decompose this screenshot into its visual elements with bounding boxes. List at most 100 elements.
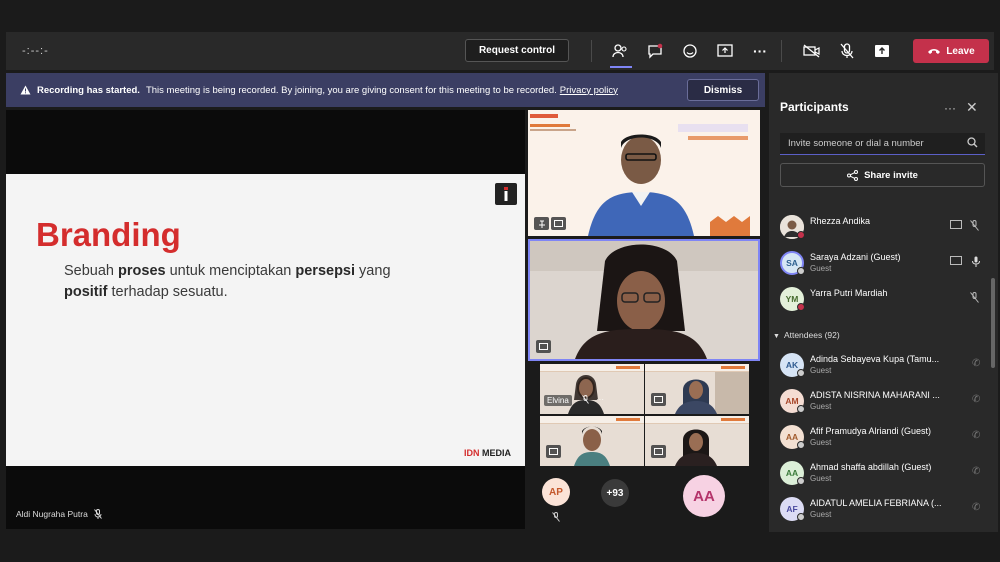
participant-role: Guest bbox=[810, 402, 832, 411]
people-icon[interactable] bbox=[610, 41, 630, 61]
slide-bold-text: persepsi bbox=[295, 263, 356, 279]
screen-share-icon bbox=[950, 256, 962, 268]
request-control-button[interactable]: Request control bbox=[465, 39, 569, 62]
participant-name: Elvina bbox=[544, 395, 572, 406]
phone-icon: ✆ bbox=[972, 466, 981, 477]
participant-role: Guest bbox=[810, 474, 832, 483]
video-frame bbox=[530, 241, 758, 359]
slide-bold-text: proses bbox=[118, 263, 166, 279]
participant-name: ADISTA NISRINA MAHARANI ... bbox=[810, 390, 940, 400]
participant-row[interactable]: AM ADISTA NISRINA MAHARANI ... Guest ✆ bbox=[780, 387, 990, 417]
participant-video-small-2[interactable] bbox=[645, 364, 749, 414]
mic-off-icon bbox=[970, 220, 979, 234]
video-frame bbox=[675, 429, 717, 466]
search-icon bbox=[967, 137, 978, 148]
camera-off-icon[interactable] bbox=[802, 41, 822, 61]
toolbar-divider bbox=[591, 40, 592, 62]
mic-off-icon bbox=[93, 509, 102, 519]
status-dot bbox=[797, 267, 805, 275]
participant-row[interactable]: Rhezza Andika bbox=[780, 213, 990, 243]
participant-row[interactable]: AK Adinda Sebayeva Kupa (Tamu... Guest ✆ bbox=[780, 351, 990, 381]
more-icon[interactable]: ··· bbox=[594, 393, 606, 406]
slide-text: yang bbox=[355, 263, 391, 279]
participant-role: Guest bbox=[810, 264, 832, 273]
meeting-toolbar: -:--:- Request control ··· Leave bbox=[6, 32, 994, 70]
status-dot bbox=[797, 513, 805, 521]
screen-share-icon[interactable] bbox=[551, 217, 566, 230]
screen-share-icon[interactable] bbox=[651, 393, 666, 406]
warning-icon bbox=[20, 85, 31, 95]
participant-row[interactable]: AF AIDATUL AMELIA FEBRIANA (... Guest ✆ bbox=[780, 495, 990, 525]
slide-text: terhadap sesuatu. bbox=[107, 284, 228, 300]
participant-video-1[interactable] bbox=[528, 110, 760, 236]
panel-scrollbar[interactable] bbox=[991, 278, 995, 368]
participant-row[interactable]: AA Ahmad shaffa abdillah (Guest) Guest ✆ bbox=[780, 459, 990, 489]
participant-video-2-active-speaker[interactable] bbox=[528, 239, 760, 361]
logo-idn: IDN bbox=[464, 448, 480, 458]
teams-meeting-window: -:--:- Request control ··· Leave Recordi… bbox=[0, 0, 1000, 562]
panel-title: Participants bbox=[780, 100, 849, 114]
privacy-policy-link[interactable]: Privacy policy bbox=[560, 85, 618, 96]
screen-share-icon bbox=[950, 220, 962, 232]
leave-button[interactable]: Leave bbox=[913, 39, 989, 63]
reactions-icon[interactable] bbox=[680, 41, 700, 61]
participant-role: Guest bbox=[810, 510, 832, 519]
pin-icon[interactable] bbox=[534, 217, 549, 230]
presenter-name: Aldi Nugraha Putra bbox=[16, 509, 88, 519]
participant-row[interactable]: SA Saraya Adzani (Guest) Guest bbox=[780, 249, 990, 279]
chevron-down-icon: ▼ bbox=[773, 333, 780, 340]
close-icon[interactable]: ✕ bbox=[966, 99, 978, 116]
participant-row[interactable]: AA Afif Pramudya Alriandi (Guest) Guest … bbox=[780, 423, 990, 453]
recording-banner: Recording has started. This meeting is b… bbox=[6, 73, 765, 107]
video-frame bbox=[568, 375, 604, 414]
more-participants-button[interactable]: +93 bbox=[601, 479, 629, 507]
slide-text: untuk menciptakan bbox=[165, 263, 296, 279]
recording-title: Recording has started. bbox=[37, 84, 140, 96]
status-dot bbox=[797, 405, 805, 413]
idn-media-logo: IDN MEDIA bbox=[464, 448, 511, 458]
slide-body: Sebuah proses untuk menciptakan persepsi… bbox=[64, 261, 444, 303]
mic-off-icon[interactable] bbox=[837, 41, 857, 61]
participant-video-small-4[interactable] bbox=[645, 416, 749, 466]
participant-role: Guest bbox=[810, 438, 832, 447]
phone-icon: ✆ bbox=[972, 430, 981, 441]
slide-text: Sebuah bbox=[64, 263, 119, 279]
more-icon[interactable]: ··· bbox=[944, 101, 956, 115]
mic-on-icon bbox=[972, 256, 980, 270]
dismiss-button[interactable]: Dismiss bbox=[687, 79, 759, 101]
slide-logo-icon bbox=[495, 183, 517, 205]
participant-video-small-1[interactable]: Elvina ··· bbox=[540, 364, 644, 414]
share-invite-label: Share invite bbox=[864, 169, 918, 181]
mic-off-icon bbox=[970, 292, 979, 306]
participant-name: Adinda Sebayeva Kupa (Tamu... bbox=[810, 354, 940, 364]
chat-icon[interactable] bbox=[645, 41, 665, 61]
presentation-slide: Branding Sebuah proses untuk menciptakan… bbox=[6, 174, 525, 466]
logo-media: MEDIA bbox=[482, 448, 512, 458]
more-icon[interactable]: ··· bbox=[750, 41, 770, 61]
people-active-indicator bbox=[610, 66, 632, 68]
status-dot bbox=[797, 369, 805, 377]
participant-video-small-3[interactable] bbox=[540, 416, 644, 466]
recording-text: This meeting is being recorded. By joini… bbox=[145, 84, 557, 96]
attendees-section-header[interactable]: ▼ Attendees (92) bbox=[773, 330, 840, 340]
share-invite-button[interactable]: Share invite bbox=[780, 163, 985, 187]
avatar[interactable]: AA bbox=[683, 475, 725, 517]
screen-share-icon[interactable] bbox=[546, 445, 561, 458]
participant-role: Guest bbox=[810, 366, 832, 375]
overflow-participants-bar: AP +93 AA bbox=[528, 470, 760, 530]
presenter-label: Aldi Nugraha Putra bbox=[16, 509, 102, 519]
screen-share-icon[interactable] bbox=[536, 340, 551, 353]
share-icon bbox=[847, 169, 859, 181]
status-dot bbox=[797, 231, 805, 239]
share-screen-icon[interactable] bbox=[872, 41, 892, 61]
participant-name: AIDATUL AMELIA FEBRIANA (... bbox=[810, 498, 942, 508]
share-tray-icon[interactable] bbox=[715, 41, 735, 61]
avatar[interactable]: AP bbox=[542, 478, 570, 506]
phone-icon: ✆ bbox=[972, 358, 981, 369]
meeting-timer: -:--:- bbox=[22, 45, 49, 57]
invite-input[interactable]: Invite someone or dial a number bbox=[780, 133, 985, 155]
shared-screen-stage: Branding Sebuah proses untuk menciptakan… bbox=[6, 110, 525, 529]
participant-name: Afif Pramudya Alriandi (Guest) bbox=[810, 426, 932, 436]
participant-row[interactable]: YM Yarra Putri Mardiah bbox=[780, 285, 990, 315]
screen-share-icon[interactable] bbox=[651, 445, 666, 458]
